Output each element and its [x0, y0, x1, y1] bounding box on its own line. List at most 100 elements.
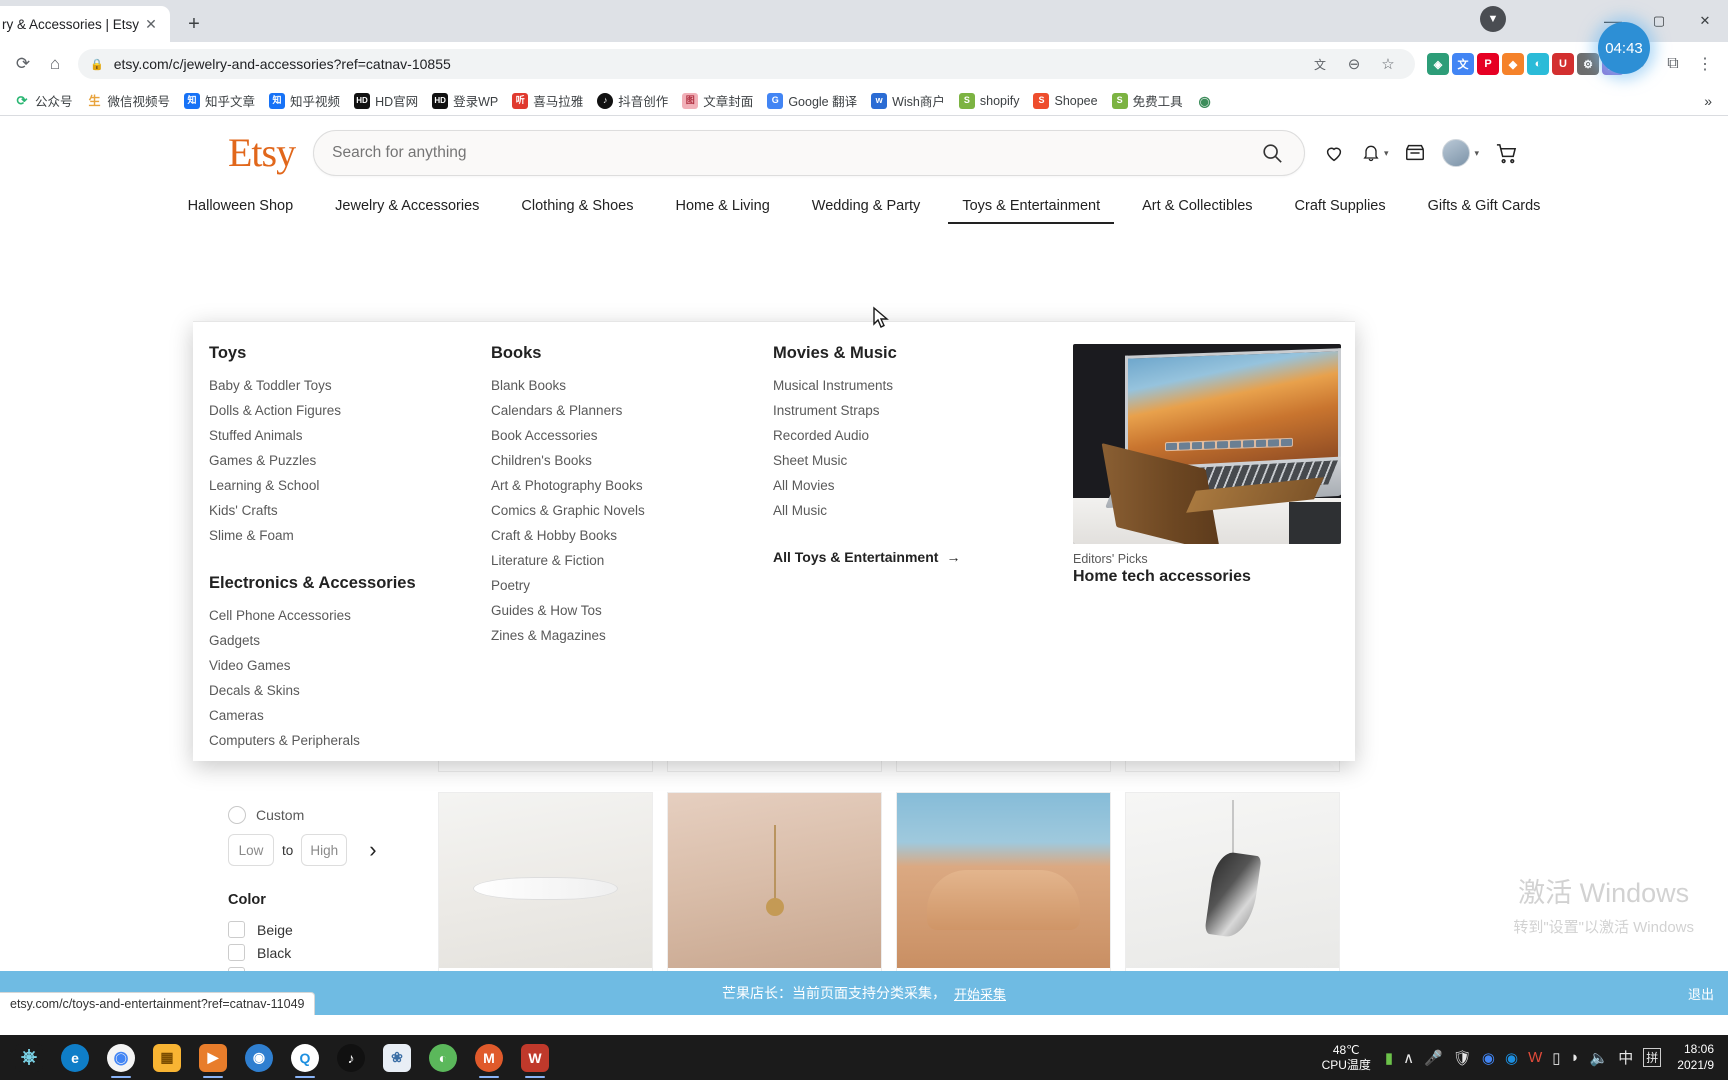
- dropdown-link[interactable]: Stuffed Animals: [209, 423, 475, 448]
- taskbar-edge[interactable]: e: [52, 1035, 98, 1080]
- search-icon[interactable]: [1258, 139, 1286, 167]
- bookmark-item[interactable]: ⟳ 公众号: [8, 88, 79, 113]
- puzzle-extensions-icon[interactable]: ⧉: [1658, 49, 1688, 79]
- zoom-out-icon[interactable]: ⊖: [1339, 49, 1369, 79]
- dropdown-link[interactable]: All Movies: [773, 473, 1055, 498]
- bookmark-item[interactable]: ⽣微信视频号: [81, 88, 177, 113]
- dropdown-link[interactable]: Comics & Graphic Novels: [491, 498, 757, 523]
- dropdown-link[interactable]: Video Games: [209, 653, 475, 678]
- wifi-icon[interactable]: ◗: [1571, 1049, 1580, 1066]
- checkbox-icon[interactable]: [228, 944, 245, 961]
- extension-icon[interactable]: ⚙: [1577, 53, 1599, 75]
- bookmark-item[interactable]: HD 登录WP: [426, 88, 504, 113]
- taskbar-browser-blue[interactable]: ◉: [236, 1035, 282, 1080]
- bookmark-item[interactable]: Sshopify: [953, 90, 1026, 112]
- dropdown-promo[interactable]: Editors' Picks Home tech accessories: [1055, 344, 1355, 761]
- taskbar-clock[interactable]: 18:06 2021/9: [1677, 1042, 1714, 1073]
- bookmark-item[interactable]: S Shopee: [1027, 90, 1103, 112]
- dropdown-link[interactable]: Cell Phone Accessories: [209, 603, 475, 628]
- taskbar-tool-app[interactable]: ❀: [374, 1035, 420, 1080]
- dropdown-link[interactable]: Instrument Straps: [773, 398, 1055, 423]
- dropdown-link[interactable]: Calendars & Planners: [491, 398, 757, 423]
- chevron-up-icon[interactable]: ∧: [1403, 1049, 1414, 1067]
- bookmark-item[interactable]: 知知乎文章: [178, 88, 261, 113]
- dropdown-link[interactable]: Learning & School: [209, 473, 475, 498]
- extension-icon[interactable]: ◈: [1427, 53, 1449, 75]
- bookmarks-overflow-icon[interactable]: »: [1696, 93, 1720, 109]
- nav-item-home-living[interactable]: Home & Living: [673, 192, 771, 224]
- price-low-input[interactable]: Low: [228, 834, 274, 866]
- price-high-input[interactable]: High: [301, 834, 348, 866]
- dropdown-link[interactable]: Literature & Fiction: [491, 548, 757, 573]
- dropdown-link[interactable]: Baby & Toddler Toys: [209, 373, 475, 398]
- all-toys-entertainment-link[interactable]: All Toys & Entertainment →: [773, 549, 1055, 565]
- dropdown-link[interactable]: Recorded Audio: [773, 423, 1055, 448]
- security-shield-icon[interactable]: 🛡: [1453, 1049, 1472, 1067]
- price-apply-chevron-icon[interactable]: ›: [369, 837, 376, 863]
- taskbar-start-button[interactable]: ⎈: [6, 1035, 52, 1080]
- dropdown-link[interactable]: Cameras: [209, 703, 475, 728]
- bookmark-item[interactable]: ◉: [1191, 90, 1219, 112]
- dropdown-link[interactable]: Art & Photography Books: [491, 473, 757, 498]
- clock-badge[interactable]: 04:43: [1598, 22, 1650, 74]
- extension-icon[interactable]: ◐: [1527, 53, 1549, 75]
- dropdown-link[interactable]: Musical Instruments: [773, 373, 1055, 398]
- avatar[interactable]: ▾: [1442, 139, 1479, 167]
- nav-item-craft-supplies[interactable]: Craft Supplies: [1293, 192, 1388, 224]
- color-option-black[interactable]: Black: [228, 941, 458, 964]
- taskbar-mango-app[interactable]: M: [466, 1035, 512, 1080]
- nav-item-jewelry-accessories[interactable]: Jewelry & Accessories: [333, 192, 481, 224]
- dropdown-link[interactable]: Dolls & Action Figures: [209, 398, 475, 423]
- reload-icon[interactable]: ⟳: [8, 49, 38, 79]
- taskbar-qq-browser[interactable]: Q: [282, 1035, 328, 1080]
- cpu-temp-widget[interactable]: 48℃ CPU温度: [1322, 1043, 1371, 1072]
- extension-icon[interactable]: 文: [1452, 53, 1474, 75]
- browser-menu-icon[interactable]: ⋮: [1690, 49, 1720, 79]
- new-tab-button[interactable]: +: [180, 10, 208, 38]
- translate-icon[interactable]: 文: [1305, 49, 1335, 79]
- taskbar-file-explorer[interactable]: ▦: [144, 1035, 190, 1080]
- nav-item-toys-entertainment[interactable]: Toys & Entertainment: [948, 192, 1114, 224]
- checkbox-icon[interactable]: [228, 921, 245, 938]
- nav-item-halloween-shop[interactable]: Halloween Shop: [186, 192, 296, 224]
- shop-icon[interactable]: [1404, 142, 1426, 164]
- download-badge-icon[interactable]: ▼: [1480, 6, 1506, 32]
- cart-icon[interactable]: [1495, 142, 1518, 165]
- dropdown-link[interactable]: Guides & How Tos: [491, 598, 757, 623]
- taskbar-media-player[interactable]: ▶: [190, 1035, 236, 1080]
- nav-item-wedding-party[interactable]: Wedding & Party: [810, 192, 923, 224]
- search-bar[interactable]: [313, 130, 1305, 176]
- close-window-button[interactable]: ✕: [1682, 0, 1728, 42]
- dropdown-link[interactable]: Poetry: [491, 573, 757, 598]
- dropdown-link[interactable]: Computers & Peripherals: [209, 728, 475, 753]
- chrome-tray-icon[interactable]: ◉: [1482, 1049, 1495, 1067]
- home-icon[interactable]: ⌂: [40, 49, 70, 79]
- bookmark-item[interactable]: w Wish商户: [865, 88, 951, 113]
- bookmark-item[interactable]: HD HD官网: [348, 88, 424, 113]
- extension-icon[interactable]: ◆: [1502, 53, 1524, 75]
- bookmark-item[interactable]: 知知乎视频: [263, 88, 346, 113]
- qq-tray-icon[interactable]: ◉: [1505, 1049, 1518, 1067]
- start-collect-link[interactable]: 开始采集: [954, 984, 1006, 1003]
- collect-exit-link[interactable]: 退出: [1688, 984, 1714, 1003]
- radio-icon[interactable]: [228, 806, 246, 824]
- dropdown-link[interactable]: Book Accessories: [491, 423, 757, 448]
- wps-tray-icon[interactable]: W: [1528, 1049, 1542, 1066]
- battery-icon[interactable]: ▯: [1552, 1049, 1560, 1067]
- microphone-icon[interactable]: 🎤: [1424, 1049, 1443, 1067]
- taskbar-tiktok[interactable]: ♪: [328, 1035, 374, 1080]
- dropdown-link[interactable]: Kids' Crafts: [209, 498, 475, 523]
- extension-icon[interactable]: U: [1552, 53, 1574, 75]
- browser-tab[interactable]: ry & Accessories | Etsy ✕: [0, 6, 170, 42]
- dropdown-link[interactable]: Children's Books: [491, 448, 757, 473]
- taskbar-globe-app[interactable]: ◐: [420, 1035, 466, 1080]
- dropdown-link[interactable]: Games & Puzzles: [209, 448, 475, 473]
- etsy-logo[interactable]: Etsy: [228, 133, 296, 173]
- usb-icon[interactable]: ▮: [1385, 1049, 1393, 1067]
- nav-item-clothing-shoes[interactable]: Clothing & Shoes: [519, 192, 635, 224]
- bookmark-item[interactable]: ♪ 抖音创作: [591, 88, 674, 113]
- dropdown-link[interactable]: Gadgets: [209, 628, 475, 653]
- nav-item-art-collectibles[interactable]: Art & Collectibles: [1140, 192, 1254, 224]
- dropdown-link[interactable]: Craft & Hobby Books: [491, 523, 757, 548]
- dropdown-link[interactable]: Decals & Skins: [209, 678, 475, 703]
